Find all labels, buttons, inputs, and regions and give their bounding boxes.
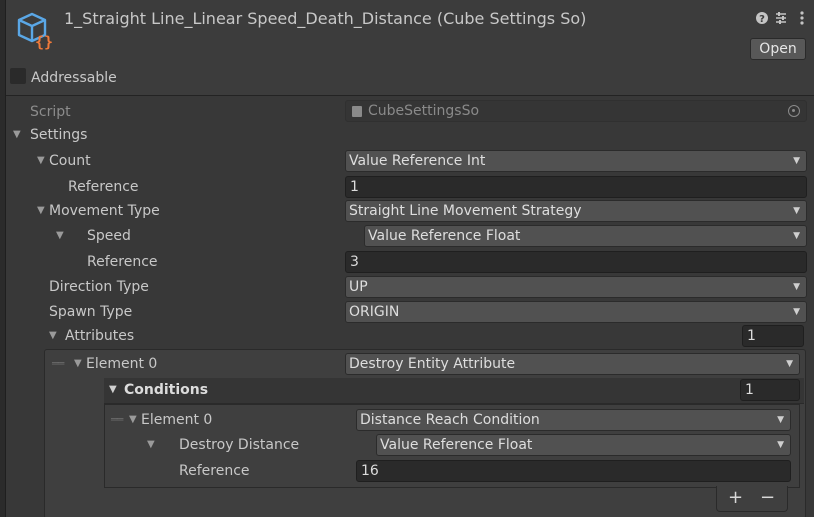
remove-element-button[interactable]: −	[760, 488, 775, 508]
direction-type-value: UP	[349, 279, 368, 295]
attributes-foldout-icon[interactable]: ▼	[49, 326, 57, 346]
script-value: CubeSettingsSo	[368, 103, 480, 119]
count-dropdown[interactable]: Value Reference Int ▼	[345, 150, 807, 172]
addressable-label: Addressable	[31, 70, 117, 86]
chevron-down-icon: ▼	[793, 307, 800, 317]
count-label[interactable]: Count	[49, 151, 91, 171]
count-dropdown-value: Value Reference Int	[349, 153, 486, 169]
list-controls	[716, 486, 788, 512]
distance-reference-input[interactable]: 16	[356, 460, 791, 482]
distance-reference-label: Reference	[179, 463, 250, 479]
attribute-element-dropdown[interactable]: Destroy Entity Attribute ▼	[345, 353, 800, 375]
chevron-down-icon: ▼	[793, 156, 800, 166]
movement-type-value: Straight Line Movement Strategy	[349, 203, 582, 219]
count-foldout-icon[interactable]: ▼	[37, 151, 45, 171]
conditions-header	[104, 378, 804, 404]
speed-reference-input[interactable]: 3	[345, 251, 807, 273]
condition-element-label[interactable]: Element 0	[141, 410, 212, 430]
chevron-down-icon: ▼	[793, 231, 800, 241]
settings-foldout-icon[interactable]: ▼	[13, 125, 21, 145]
attribute-element-value: Destroy Entity Attribute	[349, 356, 516, 372]
conditions-label[interactable]: Conditions	[124, 380, 208, 400]
script-label: Script	[30, 104, 71, 120]
help-icon[interactable]: ?	[755, 10, 769, 26]
attributes-size-input[interactable]: 1	[742, 325, 804, 347]
chevron-down-icon: ▼	[777, 415, 784, 425]
kebab-menu-icon[interactable]	[795, 10, 809, 26]
speed-dropdown[interactable]: Value Reference Float ▼	[364, 225, 807, 247]
attribute-element-label[interactable]: Element 0	[86, 354, 157, 374]
destroy-distance-value: Value Reference Float	[380, 437, 533, 453]
chevron-down-icon: ▼	[786, 359, 793, 369]
spawn-type-dropdown[interactable]: ORIGIN ▼	[345, 301, 807, 323]
asset-title: 1_Straight Line_Linear Speed_Death_Dista…	[64, 9, 587, 28]
conditions-size-input[interactable]: 1	[740, 379, 800, 401]
open-button[interactable]: Open	[750, 38, 806, 60]
speed-reference-label: Reference	[87, 254, 158, 270]
movement-type-dropdown[interactable]: Straight Line Movement Strategy ▼	[345, 200, 807, 222]
condition-element-dropdown[interactable]: Distance Reach Condition ▼	[356, 409, 791, 431]
conditions-foldout-icon[interactable]: ▼	[109, 380, 117, 400]
script-field: CubeSettingsSo	[345, 100, 807, 122]
drag-handle-icon[interactable]: ══	[52, 354, 64, 374]
spawn-type-label: Spawn Type	[49, 304, 133, 320]
svg-text:{}: {}	[35, 33, 53, 51]
spawn-type-value: ORIGIN	[349, 304, 400, 320]
destroy-distance-label[interactable]: Destroy Distance	[179, 435, 299, 455]
attribute-element-foldout-icon[interactable]: ▼	[74, 354, 82, 374]
object-picker-icon[interactable]	[788, 105, 800, 117]
condition-element-foldout-icon[interactable]: ▼	[129, 410, 137, 430]
direction-type-label: Direction Type	[49, 279, 149, 295]
scriptable-object-icon: {}	[14, 10, 56, 52]
direction-type-dropdown[interactable]: UP ▼	[345, 276, 807, 298]
svg-text:?: ?	[759, 14, 765, 25]
condition-element-value: Distance Reach Condition	[360, 412, 540, 428]
drag-handle-icon[interactable]: ══	[111, 410, 123, 430]
left-panel-edge	[0, 0, 6, 517]
settings-label[interactable]: Settings	[30, 125, 87, 145]
speed-foldout-icon[interactable]: ▼	[56, 226, 64, 246]
movement-type-foldout-icon[interactable]: ▼	[37, 201, 45, 221]
script-file-icon	[352, 106, 362, 117]
preset-icon[interactable]	[774, 10, 788, 26]
attributes-label[interactable]: Attributes	[65, 326, 134, 346]
add-element-button[interactable]: +	[728, 488, 743, 508]
movement-type-label[interactable]: Movement Type	[49, 201, 160, 221]
destroy-distance-foldout-icon[interactable]: ▼	[147, 435, 155, 455]
count-reference-label: Reference	[68, 179, 139, 195]
chevron-down-icon: ▼	[793, 206, 800, 216]
count-reference-input[interactable]: 1	[345, 176, 807, 198]
speed-dropdown-value: Value Reference Float	[368, 228, 521, 244]
chevron-down-icon: ▼	[777, 440, 784, 450]
destroy-distance-dropdown[interactable]: Value Reference Float ▼	[376, 434, 791, 456]
addressable-checkbox[interactable]	[10, 68, 26, 84]
chevron-down-icon: ▼	[793, 282, 800, 292]
speed-label[interactable]: Speed	[87, 226, 131, 246]
